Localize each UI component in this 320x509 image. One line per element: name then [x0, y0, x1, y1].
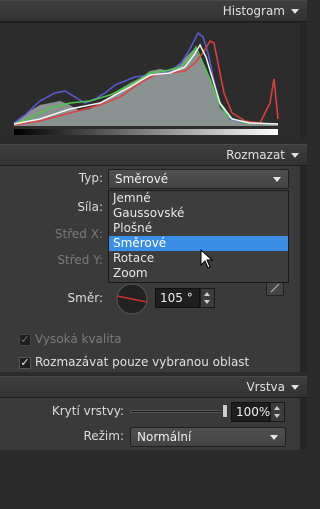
- chevron-down-icon[interactable]: [291, 9, 299, 14]
- layer-title: Vrstva: [246, 380, 285, 394]
- list-item[interactable]: Rotace: [109, 251, 288, 266]
- chevron-down-icon: [270, 435, 278, 440]
- opacity-slider-track[interactable]: [130, 410, 226, 413]
- histogram-chart: [0, 23, 300, 139]
- chevron-down-icon[interactable]: [291, 385, 299, 390]
- list-item[interactable]: Gaussovské: [109, 206, 288, 221]
- down-arrow-icon[interactable]: [204, 300, 210, 304]
- chevron-down-icon[interactable]: [291, 153, 299, 158]
- type-label: Typ:: [78, 171, 103, 185]
- type-dropdown[interactable]: Směrové: [108, 169, 289, 189]
- center-y-label: Střed Y:: [57, 253, 103, 267]
- blur-header[interactable]: Rozmazat: [0, 144, 307, 166]
- opacity-value: 100%: [236, 405, 271, 419]
- selection-only-label: Rozmazávat pouze vybranou oblast: [35, 355, 250, 369]
- direction-input[interactable]: 105 °: [155, 288, 200, 308]
- list-item-selected[interactable]: Směrové: [109, 236, 288, 251]
- direction-dial[interactable]: [113, 283, 151, 315]
- opacity-input[interactable]: 100%: [231, 402, 270, 422]
- list-item[interactable]: Zoom: [109, 266, 288, 281]
- histogram-title: Histogram: [222, 4, 285, 18]
- arrow-icon: [270, 283, 280, 293]
- histogram-header[interactable]: Histogram: [0, 0, 307, 22]
- list-item[interactable]: Plošné: [109, 221, 288, 236]
- center-x-label: Střed X:: [54, 227, 103, 241]
- type-dropdown-value: Směrové: [115, 172, 169, 186]
- opacity-slider-handle[interactable]: [222, 404, 228, 418]
- direction-value: 105 °: [160, 291, 193, 305]
- strength-label: Síla:: [77, 200, 103, 214]
- mouse-pointer-icon: [200, 249, 214, 269]
- layer-header[interactable]: Vrstva: [0, 376, 307, 398]
- histogram-panel: [0, 22, 300, 139]
- list-item[interactable]: Jemné: [109, 191, 288, 206]
- direction-label: Směr:: [67, 291, 103, 305]
- type-options-list[interactable]: Jemné Gaussovské Plošné Směrové Rotace Z…: [108, 190, 289, 283]
- direction-stepper[interactable]: [200, 288, 215, 308]
- chevron-down-icon: [273, 177, 281, 182]
- blur-scrollbar[interactable]: [300, 166, 307, 372]
- selection-only-checkbox[interactable]: ✓: [19, 357, 31, 369]
- opacity-label: Krytí vrstvy:: [51, 404, 124, 418]
- high-quality-checkbox[interactable]: ✓: [19, 334, 31, 346]
- opacity-stepper[interactable]: [270, 402, 285, 422]
- mode-label: Režim:: [83, 429, 124, 443]
- up-arrow-icon[interactable]: [204, 292, 210, 296]
- mode-dropdown-value: Normální: [137, 430, 192, 444]
- high-quality-label: Vysoká kvalita: [35, 332, 122, 346]
- histogram-scrollbar[interactable]: [300, 22, 307, 138]
- down-arrow-icon[interactable]: [274, 414, 280, 418]
- up-arrow-icon[interactable]: [274, 406, 280, 410]
- layer-scrollbar[interactable]: [300, 398, 307, 450]
- mode-dropdown[interactable]: Normální: [130, 427, 286, 447]
- histogram-gradient-bar: [14, 129, 278, 135]
- blur-title: Rozmazat: [226, 148, 285, 162]
